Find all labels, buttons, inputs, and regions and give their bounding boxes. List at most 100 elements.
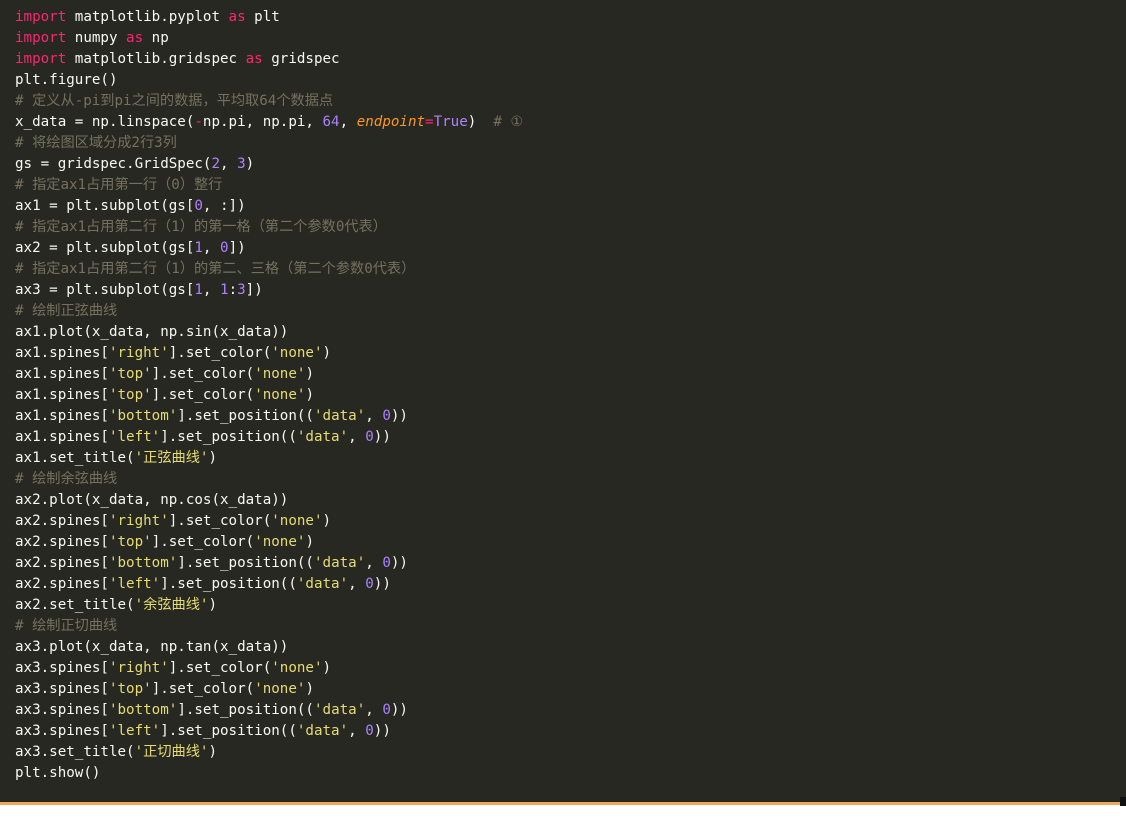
- code-token: # 将绘图区域分成2行3列: [15, 135, 177, 151]
- code-token: np.pi, np.pi,: [202, 114, 323, 130]
- code-token: ].set_color(: [168, 513, 272, 529]
- code-token: ].set_position((: [177, 702, 314, 718]
- code-token: ,: [339, 114, 357, 130]
- code-token: ): [208, 744, 217, 760]
- code-token: 0: [220, 240, 229, 256]
- code-token: 'data': [313, 702, 366, 718]
- code-token: )): [373, 576, 391, 592]
- code-token: 3: [237, 156, 246, 172]
- code-line: ax1.spines['bottom'].set_position(('data…: [15, 406, 523, 427]
- code-token: ].set_color(: [151, 681, 255, 697]
- code-token: ax3.spines[: [15, 702, 109, 718]
- code-token: )): [373, 429, 391, 445]
- code-token: 'top': [108, 366, 152, 382]
- code-line: ax2.spines['top'].set_color('none'): [15, 532, 523, 553]
- code-token: ax2 = plt.subplot(gs[: [15, 240, 195, 256]
- code-token: 'data': [296, 576, 349, 592]
- code-token: ): [208, 597, 217, 613]
- code-token: 'none': [254, 681, 306, 697]
- code-token: ,: [365, 555, 383, 571]
- code-token: ax2.spines[: [15, 576, 109, 592]
- code-token: ): [322, 345, 332, 361]
- code-line: # 指定ax1占用第二行（1）的第二、三格（第二个参数0代表）: [15, 259, 523, 280]
- code-token: 'top': [108, 681, 152, 697]
- code-line: ax3 = plt.subplot(gs[1, 1:3]): [15, 280, 523, 301]
- code-token: plt.figure(): [15, 72, 118, 88]
- code-token: 0: [382, 555, 391, 571]
- code-editor[interactable]: import matplotlib.pyplot as plt import nu…: [0, 0, 1126, 802]
- code-line: ax2 = plt.subplot(gs[1, 0]): [15, 238, 523, 259]
- code-token: 'left': [108, 723, 161, 739]
- code-token: 0: [382, 702, 391, 718]
- code-token: # ①: [493, 114, 524, 130]
- code-token: ,: [348, 576, 366, 592]
- code-token: ].set_position((: [160, 429, 297, 445]
- code-token: =: [425, 114, 434, 130]
- code-token: np: [143, 30, 169, 46]
- code-token: # 指定ax1占用第一行（0）整行: [15, 177, 223, 193]
- code-token: ax3 = plt.subplot(gs[: [15, 282, 195, 298]
- code-line: ax3.spines['right'].set_color('none'): [15, 658, 523, 679]
- code-token: 1: [220, 282, 229, 298]
- code-token: ax2.spines[: [15, 534, 109, 550]
- code-token: )): [390, 408, 408, 424]
- code-token: ): [305, 387, 314, 403]
- code-token: ax1.spines[: [15, 366, 109, 382]
- code-token: ,: [365, 702, 383, 718]
- code-token: , :]): [202, 198, 246, 214]
- code-token: matplotlib.gridspec: [66, 51, 246, 67]
- code-token: 'data': [296, 723, 349, 739]
- code-token: 'bottom': [108, 408, 178, 424]
- code-token: 'none': [254, 387, 306, 403]
- code-token: ax3.spines[: [15, 660, 109, 676]
- code-token: ].set_position((: [177, 555, 314, 571]
- code-token: 'top': [108, 387, 152, 403]
- code-line: ax2.spines['right'].set_color('none'): [15, 511, 523, 532]
- code-token: ax3.set_title(: [15, 744, 135, 760]
- code-token: import: [15, 9, 67, 25]
- code-token: )): [373, 723, 391, 739]
- code-line: # 指定ax1占用第二行（1）的第一格（第二个参数0代表）: [15, 217, 523, 238]
- code-token: 'bottom': [108, 702, 178, 718]
- code-token: ax1.plot(x_data, np.sin(x_data)): [15, 324, 289, 340]
- code-token: 3: [237, 282, 246, 298]
- code-token: 'data': [313, 408, 366, 424]
- code-token: '余弦曲线': [134, 597, 209, 613]
- code-token: 'data': [313, 555, 366, 571]
- code-token: # 定义从-pi到pi之间的数据，平均取64个数据点: [15, 93, 334, 109]
- code-line: ax3.spines['left'].set_position(('data',…: [15, 721, 523, 742]
- code-token: ): [245, 156, 255, 172]
- code-token: 0: [365, 576, 374, 592]
- code-line: gs = gridspec.GridSpec(2, 3): [15, 154, 523, 175]
- code-token: 'left': [108, 429, 161, 445]
- code-token: 'none': [254, 366, 306, 382]
- code-line: ax1.spines['top'].set_color('none'): [15, 385, 523, 406]
- code-token: ax1.spines[: [15, 387, 109, 403]
- code-token: 'none': [254, 534, 306, 550]
- code-token: 1: [194, 240, 203, 256]
- code-token: as: [126, 30, 144, 46]
- code-token: ax2.spines[: [15, 555, 109, 571]
- code-token: 'right': [108, 660, 169, 676]
- code-token: plt: [245, 9, 280, 25]
- code-token: 'none': [271, 660, 323, 676]
- code-token: ].set_color(: [151, 387, 255, 403]
- code-token: ax2.set_title(: [15, 597, 135, 613]
- code-lines: import matplotlib.pyplot as plt import nu…: [15, 7, 523, 784]
- code-token: ): [208, 450, 217, 466]
- code-token: ,: [365, 408, 383, 424]
- code-token: # 绘制正切曲线: [15, 618, 118, 634]
- code-token: 64: [322, 114, 340, 130]
- code-token: ,: [220, 156, 238, 172]
- resize-handle[interactable]: [1120, 797, 1126, 806]
- code-token: gs = gridspec.GridSpec(: [15, 156, 212, 172]
- code-token: 'data': [296, 429, 349, 445]
- code-token: ].set_color(: [151, 366, 255, 382]
- code-token: # 指定ax1占用第二行（1）的第二、三格（第二个参数0代表）: [15, 261, 416, 277]
- code-token: -: [194, 114, 203, 130]
- code-token: numpy: [66, 30, 127, 46]
- code-token: as: [245, 51, 263, 67]
- code-token: ): [305, 534, 314, 550]
- code-token: ax1.spines[: [15, 429, 109, 445]
- code-line: # 定义从-pi到pi之间的数据，平均取64个数据点: [15, 91, 523, 112]
